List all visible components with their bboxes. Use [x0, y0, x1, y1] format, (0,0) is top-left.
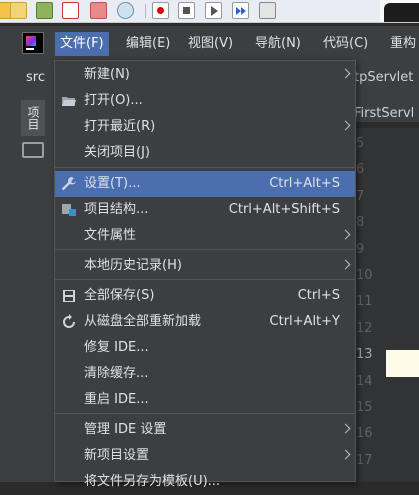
- file-menu-item[interactable]: 文件属性: [55, 223, 355, 249]
- menu-item-label: 管理 IDE 设置: [84, 422, 167, 437]
- submenu-arrow-icon: [340, 120, 351, 131]
- line-number: 15: [356, 400, 373, 415]
- menu-item-label: 本地历史记录(H): [84, 258, 182, 273]
- file-menu-item[interactable]: 将文件另存为模板(U)...: [55, 469, 355, 495]
- editor-tab-1[interactable]: tpServlet: [354, 70, 413, 85]
- file-menu-item[interactable]: 项目结构... Ctrl+Alt+Shift+S: [55, 197, 355, 223]
- menu-item-label: 从磁盘全部重新加载: [84, 314, 202, 329]
- submenu-arrow-icon: [340, 449, 351, 460]
- menu-item-shortcut: Ctrl+Alt+Shift+S: [228, 202, 340, 217]
- menu-item-label: 设置(T)...: [84, 176, 141, 191]
- app-icon-3[interactable]: [36, 2, 53, 19]
- menu-item-label: 将文件另存为模板(U)...: [84, 474, 221, 489]
- file-menu-item[interactable]: 重启 IDE...: [55, 387, 355, 413]
- menu-item-label: 文件属性: [84, 228, 137, 243]
- project-tool-tab[interactable]: 项目: [21, 100, 45, 136]
- file-menu-item[interactable]: 打开(O)...: [55, 88, 355, 114]
- file-menu-item[interactable]: 新项目设置: [55, 443, 355, 469]
- folder-icon[interactable]: [22, 142, 44, 158]
- file-menu-item[interactable]: 修复 IDE...: [55, 335, 355, 361]
- menu-navigate[interactable]: 导航(N): [250, 32, 306, 56]
- menu-file[interactable]: 文件(F): [55, 32, 109, 56]
- menu-item-shortcut: Ctrl+Alt+S: [269, 176, 340, 191]
- submenu-arrow-icon: [340, 229, 351, 240]
- line-number: 14: [356, 373, 373, 389]
- menu-refactor[interactable]: 重构: [385, 32, 419, 56]
- line-number: 7: [356, 188, 365, 204]
- stop-icon[interactable]: [178, 2, 195, 19]
- menu-item-label: 全部保存(S): [84, 288, 155, 303]
- file-menu-item[interactable]: 全部保存(S) Ctrl+S: [55, 283, 355, 309]
- breadcrumb-src[interactable]: src: [26, 70, 45, 85]
- line-number: 13: [356, 347, 373, 363]
- menu-item-label: 打开(O)...: [84, 93, 143, 108]
- file-menu-item[interactable]: 设置(T)... Ctrl+Alt+S: [55, 171, 355, 197]
- menu-item-label: 打开最近(R): [84, 119, 156, 134]
- line-number: 8: [356, 215, 365, 231]
- line-number: 16: [356, 426, 373, 442]
- menu-item-label: 清除缓存...: [84, 366, 149, 381]
- play-icon[interactable]: [205, 2, 222, 19]
- menu-item-label: 项目结构...: [84, 202, 149, 217]
- app-icon-2[interactable]: [10, 2, 27, 19]
- editor-tab-2[interactable]: FirstServl: [354, 106, 414, 121]
- line-number: 9: [356, 241, 365, 257]
- menu-item-label: 重启 IDE...: [84, 392, 149, 407]
- record-icon[interactable]: [152, 2, 169, 19]
- menu-item-shortcut: Ctrl+S: [297, 288, 340, 303]
- file-menu-item[interactable]: 管理 IDE 设置: [55, 417, 355, 443]
- reload-icon: [61, 314, 77, 330]
- intellij-logo-icon: [22, 32, 44, 54]
- file-menu-item[interactable]: 新建(N): [55, 62, 355, 88]
- menu-edit[interactable]: 编辑(E): [121, 32, 175, 56]
- menu-code[interactable]: 代码(C): [318, 32, 373, 56]
- menu-item-label: 新建(N): [84, 67, 130, 82]
- menu-item-label: 关闭项目(J): [84, 145, 150, 160]
- file-menu-item[interactable]: 本地历史记录(H): [55, 253, 355, 279]
- file-menu-item[interactable]: 打开最近(R): [55, 114, 355, 140]
- line-number: 17: [356, 452, 373, 468]
- menu-divider: [55, 249, 355, 250]
- folder-icon[interactable]: [90, 2, 107, 19]
- submenu-arrow-icon: [340, 423, 351, 434]
- folder-open-icon: [61, 93, 77, 109]
- fast-forward-icon[interactable]: [232, 2, 249, 19]
- window-corner: [380, 0, 419, 22]
- menu-item-label: 新项目设置: [84, 448, 150, 463]
- file-menu-item[interactable]: 从磁盘全部重新加载 Ctrl+Alt+Y: [55, 309, 355, 335]
- eye-icon[interactable]: [117, 2, 134, 19]
- toolbar-divider: [145, 4, 146, 18]
- current-line-highlight: [386, 350, 419, 377]
- submenu-arrow-icon: [340, 68, 351, 79]
- file-menu-item[interactable]: 清除缓存...: [55, 361, 355, 387]
- document-icon[interactable]: [259, 2, 276, 19]
- project-structure-icon: [61, 202, 77, 218]
- file-menu-item[interactable]: 关闭项目(J): [55, 140, 355, 166]
- menu-item-label: 修复 IDE...: [84, 340, 149, 355]
- wrench-icon: [61, 176, 77, 192]
- line-number: 10: [356, 268, 373, 283]
- menu-divider: [55, 279, 355, 280]
- save-icon: [61, 288, 77, 304]
- menu-divider: [55, 413, 355, 414]
- line-number: 5: [356, 136, 365, 151]
- app-icon-4[interactable]: [62, 2, 79, 19]
- line-number: 11: [356, 294, 373, 310]
- line-number: 6: [356, 162, 365, 178]
- menu-divider: [55, 167, 355, 168]
- menu-view[interactable]: 视图(V): [183, 32, 238, 56]
- line-number: 12: [356, 320, 373, 336]
- submenu-arrow-icon: [340, 259, 351, 270]
- menu-item-shortcut: Ctrl+Alt+Y: [269, 314, 340, 329]
